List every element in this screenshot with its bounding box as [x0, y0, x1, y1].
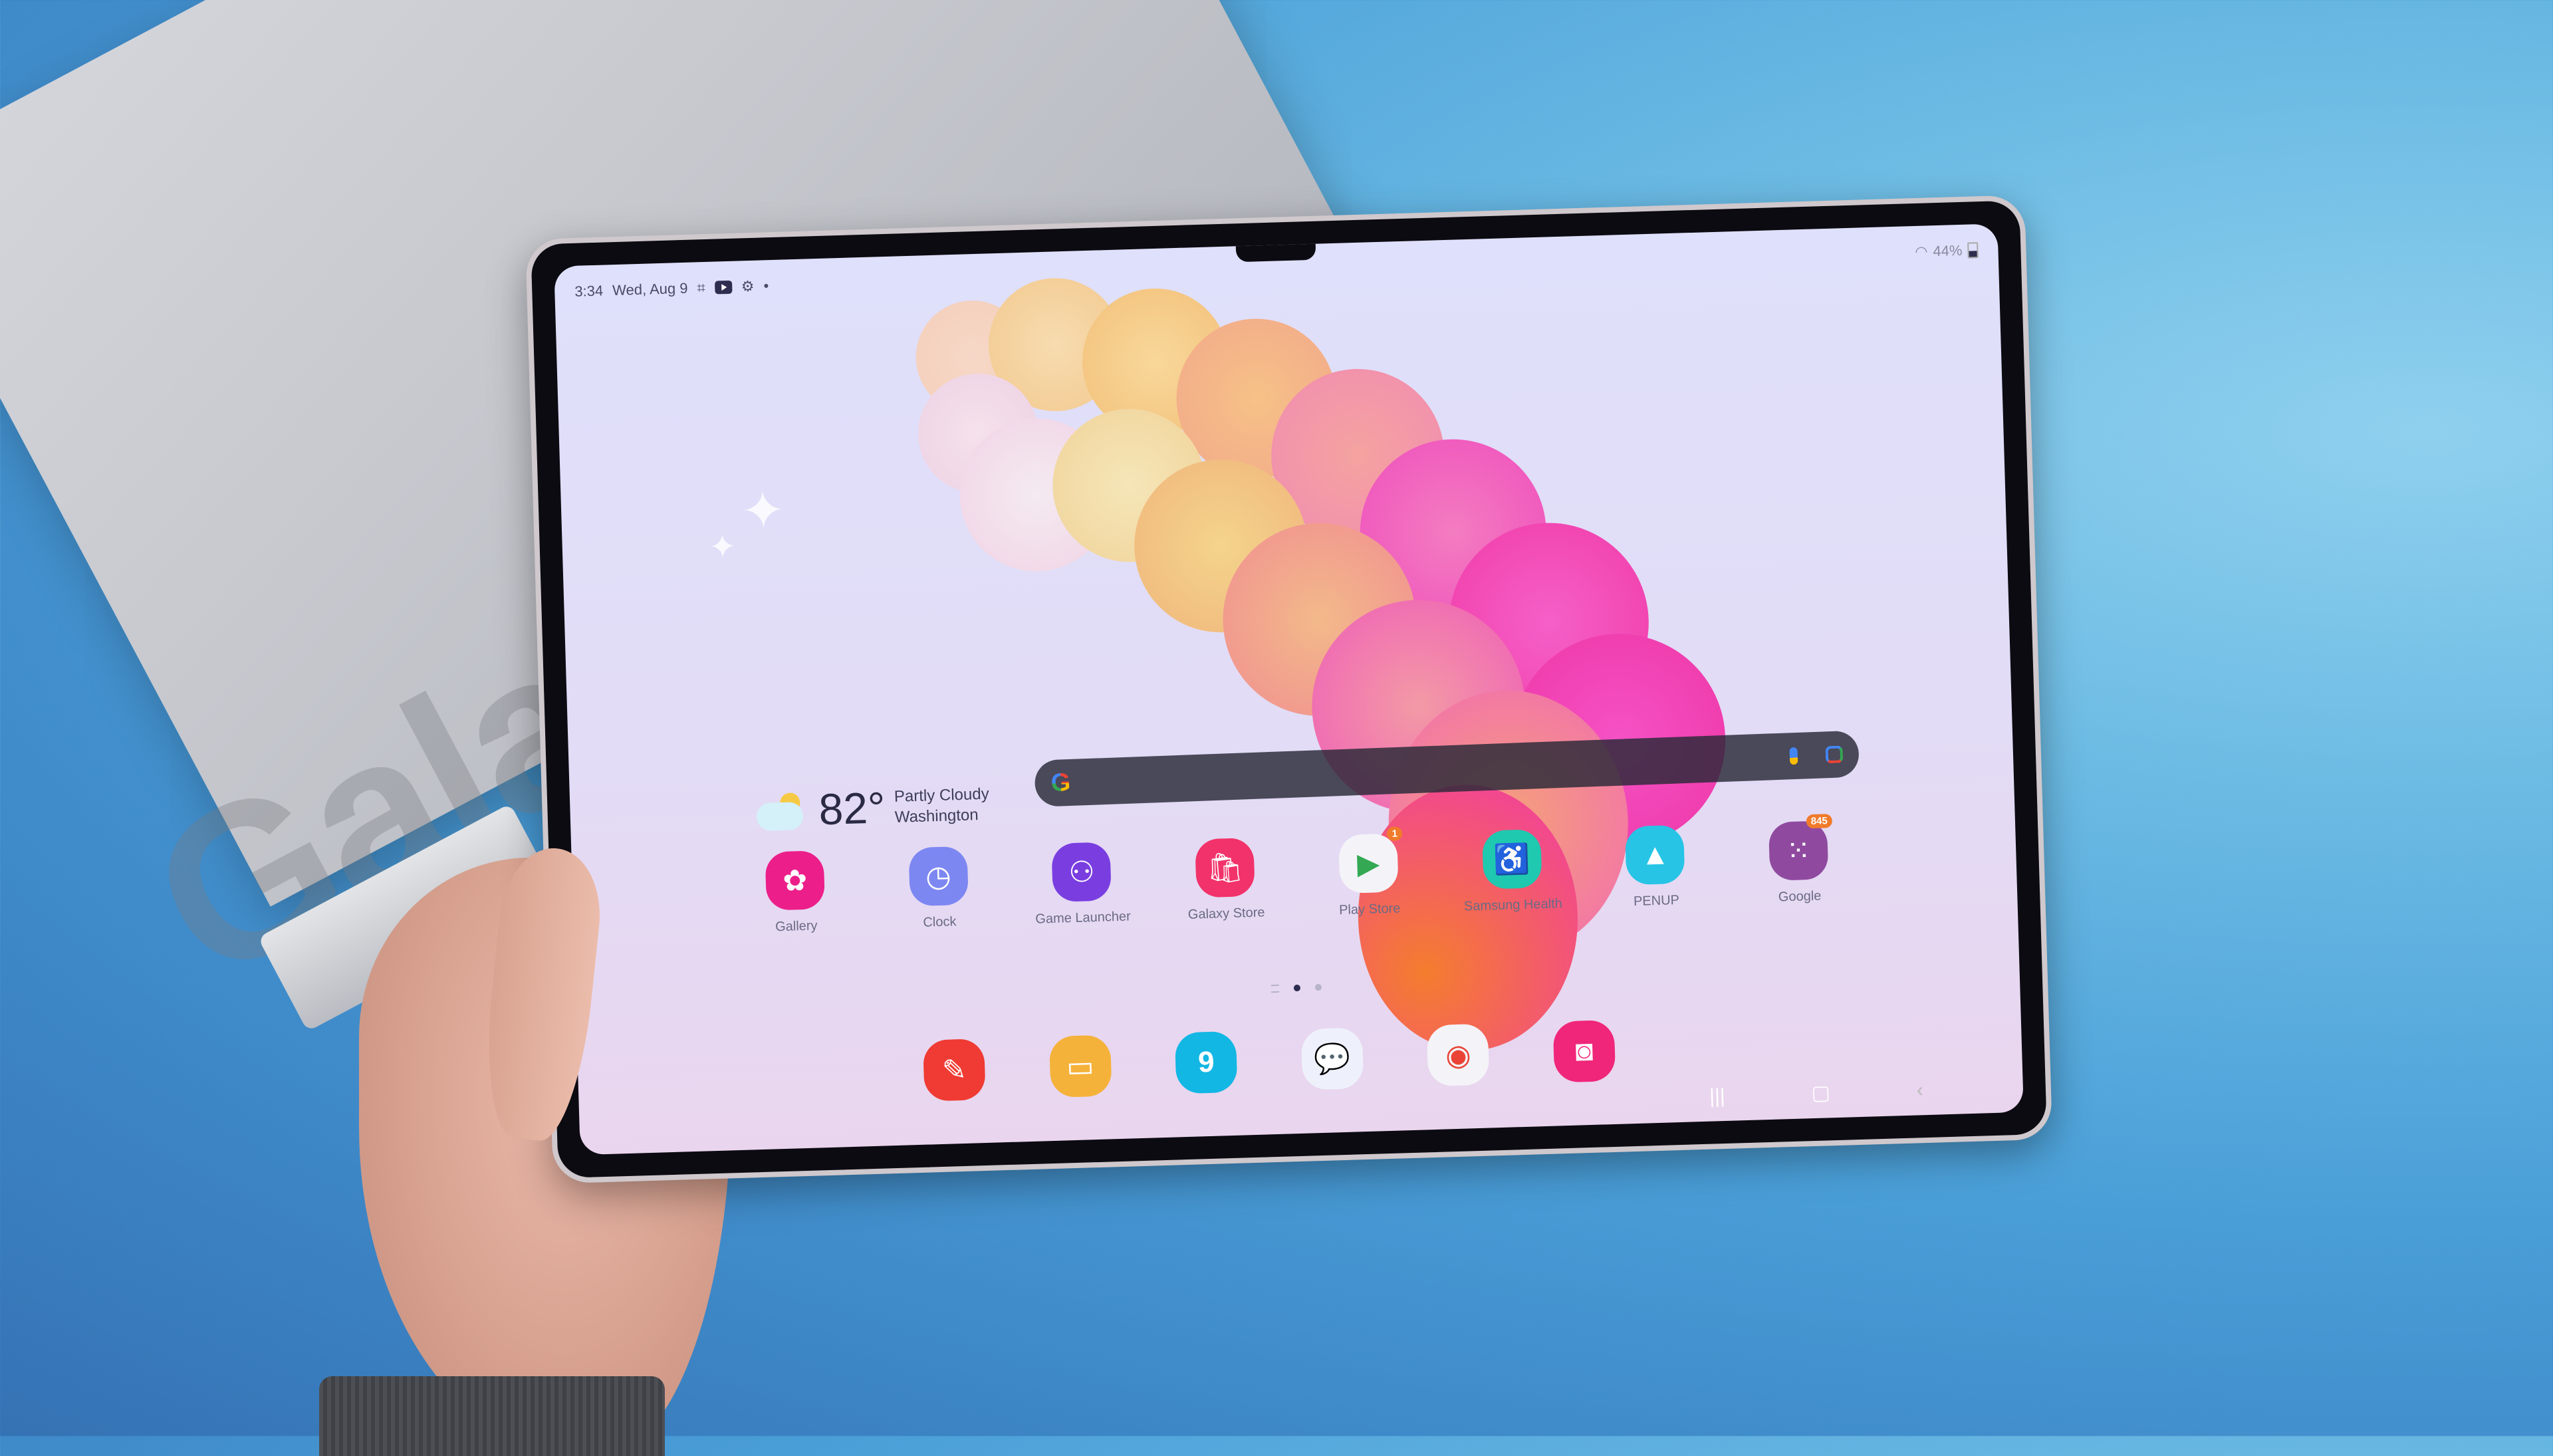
home-button[interactable]: ▢: [1811, 1081, 1830, 1105]
settings-gear-icon: ⚙: [741, 277, 755, 295]
notification-badge: 845: [1806, 814, 1833, 829]
weather-location: Washington: [894, 806, 979, 826]
sparkle-icon: ✦: [708, 527, 737, 566]
weather-temperature: 82°: [818, 783, 886, 834]
app-label: Game Launcher: [1035, 909, 1132, 927]
dock: ✎ ▭ 9 💬 ◉ ◙: [923, 1019, 1616, 1102]
samsung-health-icon: ♿: [1481, 829, 1542, 890]
penup-icon: ▲: [1625, 824, 1685, 886]
app-label: Galaxy Store: [1187, 905, 1265, 922]
sleeve: [319, 1376, 665, 1456]
app-google-folder[interactable]: ⁙ 845 Google: [1741, 814, 1857, 906]
app-label: Clock: [923, 914, 957, 930]
page-dot-list[interactable]: [1271, 984, 1280, 993]
google-logo-icon: G: [1050, 768, 1071, 797]
app-label: Play Store: [1338, 901, 1401, 918]
sparkle-icon: ✦: [739, 480, 787, 541]
app-penup[interactable]: ▲ PENUP: [1598, 824, 1713, 910]
clock-icon: ◷: [908, 846, 969, 907]
gallery-icon: ✿: [765, 850, 826, 911]
galaxy-store-icon: 🛍: [1195, 837, 1255, 898]
camera-icon[interactable]: ◙: [1552, 1019, 1616, 1083]
status-date: Wed, Aug 9: [612, 279, 688, 299]
messages-icon[interactable]: 💬: [1300, 1027, 1364, 1090]
folder-glyph: ⁙: [1785, 834, 1812, 868]
app-play-store[interactable]: ▶ 1 Play Store: [1311, 826, 1427, 919]
app-grid: ✿ Gallery ◷ Clock ⚇ Game Launcher 🛍 Gala…: [738, 814, 1857, 936]
battery-icon: [1967, 242, 1979, 259]
app-label: Samsung Health: [1463, 896, 1563, 914]
app-label: PENUP: [1633, 892, 1680, 909]
partly-cloudy-icon: [756, 790, 810, 832]
game-launcher-icon: ⚇: [1051, 842, 1112, 902]
play-store-glyph: ▶: [1356, 846, 1380, 880]
app-label: Gallery: [775, 918, 818, 935]
calendar-icon[interactable]: 9: [1175, 1031, 1238, 1094]
google-lens-icon[interactable]: [1825, 745, 1844, 764]
samsung-notes-icon[interactable]: ✎: [923, 1038, 986, 1102]
app-gallery[interactable]: ✿ Gallery: [738, 850, 854, 936]
page-indicator[interactable]: [1271, 983, 1322, 993]
page-dot-current[interactable]: [1293, 984, 1301, 992]
play-store-icon: ▶ 1: [1338, 826, 1403, 894]
app-label: Google: [1778, 888, 1822, 905]
app-game-launcher[interactable]: ⚇ Game Launcher: [1025, 841, 1140, 927]
screen-capture-icon: ⌗: [697, 279, 706, 297]
tablet-device: ✦ ✦ 3:34 Wed, Aug 9 ⌗ ⚙ • ◠ 44% 82° Part…: [525, 195, 2053, 1184]
navigation-bar: ||| ▢ ‹: [1709, 1078, 1924, 1108]
youtube-icon: [714, 280, 733, 295]
app-galaxy-store[interactable]: 🛍 Galaxy Store: [1167, 837, 1283, 923]
app-clock[interactable]: ◷ Clock: [881, 845, 997, 931]
weather-condition: Partly Cloudy: [894, 785, 989, 806]
weather-widget[interactable]: 82° Partly Cloudy Washington: [756, 779, 991, 836]
google-folder-icon: ⁙ 845: [1768, 814, 1833, 881]
battery-percent: 44%: [1933, 241, 1963, 260]
my-files-icon[interactable]: ▭: [1048, 1034, 1112, 1098]
notification-dot-icon: •: [763, 277, 769, 295]
home-screen: ✦ ✦ 3:34 Wed, Aug 9 ⌗ ⚙ • ◠ 44% 82° Part…: [554, 223, 2024, 1155]
back-button[interactable]: ‹: [1916, 1079, 1923, 1102]
recents-button[interactable]: |||: [1709, 1085, 1725, 1108]
notification-badge: 1: [1387, 826, 1403, 841]
page-dot[interactable]: [1314, 983, 1322, 991]
mic-icon[interactable]: [1789, 747, 1798, 765]
camera-notch: [1235, 242, 1316, 263]
status-time: 3:34: [574, 282, 604, 300]
app-samsung-health[interactable]: ♿ Samsung Health: [1455, 828, 1570, 915]
chrome-icon[interactable]: ◉: [1427, 1023, 1490, 1087]
wifi-icon: ◠: [1914, 243, 1928, 260]
